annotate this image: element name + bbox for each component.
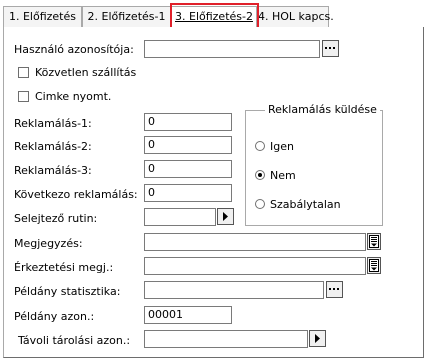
hasznalo-azonositoja-field[interactable] (144, 40, 320, 58)
kozvetlen-szallitas-label: Közvetlen szállítás (35, 66, 137, 79)
selejtezo-rutin-button[interactable] (217, 208, 234, 225)
radio-nem-label: Nem (270, 169, 296, 182)
radio-igen-label: Igen (270, 140, 294, 153)
tavoli-tarolasi-button[interactable] (309, 330, 326, 347)
peldany-azon-label: Példány azon.: (14, 310, 95, 323)
reklamacio-1-field[interactable]: 0 (144, 113, 232, 131)
tavoli-tarolasi-azon-label: Távoli tárolási azon.: (18, 334, 131, 347)
tab-elofizetes[interactable]: 1. Előfizetés (3, 6, 82, 27)
notes-icon (369, 235, 379, 248)
arrow-right-icon (223, 212, 228, 221)
peldany-azon-field[interactable]: 00001 (144, 306, 232, 324)
erkeztetesi-megj-label: Érkeztetési megj.: (14, 261, 114, 274)
megjegyzes-notes-button[interactable] (367, 233, 381, 250)
cimke-nyomt-label: Cimke nyomt. (35, 90, 112, 103)
reklamacio-2-field[interactable]: 0 (144, 136, 232, 154)
tab-elofizetes-2[interactable]: 3. Előfizetés-2 (171, 6, 257, 29)
erkeztetesi-notes-button[interactable] (367, 257, 381, 274)
selejtezo-rutin-label: Selejtező rutin: (14, 212, 98, 225)
tab-elofizetes-1[interactable]: 2. Előfizetés-1 (82, 6, 171, 27)
hasznalo-azonositoja-label: Használó azonosítója: (14, 43, 134, 56)
tavoli-tarolasi-azon-field[interactable] (144, 330, 308, 348)
megjegyzes-field[interactable] (144, 233, 366, 251)
hasznalo-lookup-button[interactable] (322, 40, 339, 57)
erkeztetesi-megj-field[interactable] (144, 257, 366, 275)
cimke-nyomt-checkbox[interactable] (18, 91, 29, 102)
selejtezo-rutin-field[interactable] (144, 208, 216, 226)
tab-label: 4. HOL kapcs. (258, 10, 334, 23)
reklamacio-3-label: Reklamálás-3: (14, 164, 92, 177)
arrow-right-icon (315, 334, 320, 343)
radio-szabalytalan[interactable] (255, 199, 265, 209)
kozvetlen-szallitas-checkbox[interactable] (18, 67, 29, 78)
reklamacio-2-label: Reklamálás-2: (14, 140, 92, 153)
reklamacio-kuldese-title: Reklamálás küldése (265, 103, 380, 116)
radio-szabalytalan-label: Szabálytalan (270, 198, 341, 211)
radio-igen[interactable] (255, 141, 265, 151)
ellipsis-icon (329, 288, 339, 290)
tab-label: 3. Előfizetés-2 (175, 10, 253, 23)
reklamacio-3-field[interactable]: 0 (144, 160, 232, 178)
kovetkezo-reklamacio-field[interactable]: 0 (144, 184, 232, 202)
notes-icon (369, 259, 379, 272)
peldany-statisztika-field[interactable] (144, 281, 324, 299)
ellipsis-icon (325, 47, 335, 49)
megjegyzes-label: Megjegyzés: (14, 237, 83, 250)
kovetkezo-reklamacio-label: Következo reklamálás: (14, 188, 138, 201)
peldany-statisztika-lookup-button[interactable] (326, 281, 343, 298)
tab-label: 1. Előfizetés (8, 10, 76, 23)
tab-hol-kapcs[interactable]: 4. HOL kapcs. (257, 6, 334, 27)
radio-nem[interactable] (255, 170, 265, 180)
reklamacio-1-label: Reklamálás-1: (14, 117, 92, 130)
tab-label: 2. Előfizetés-1 (87, 10, 166, 23)
peldany-statisztika-label: Példány statisztika: (14, 285, 121, 298)
